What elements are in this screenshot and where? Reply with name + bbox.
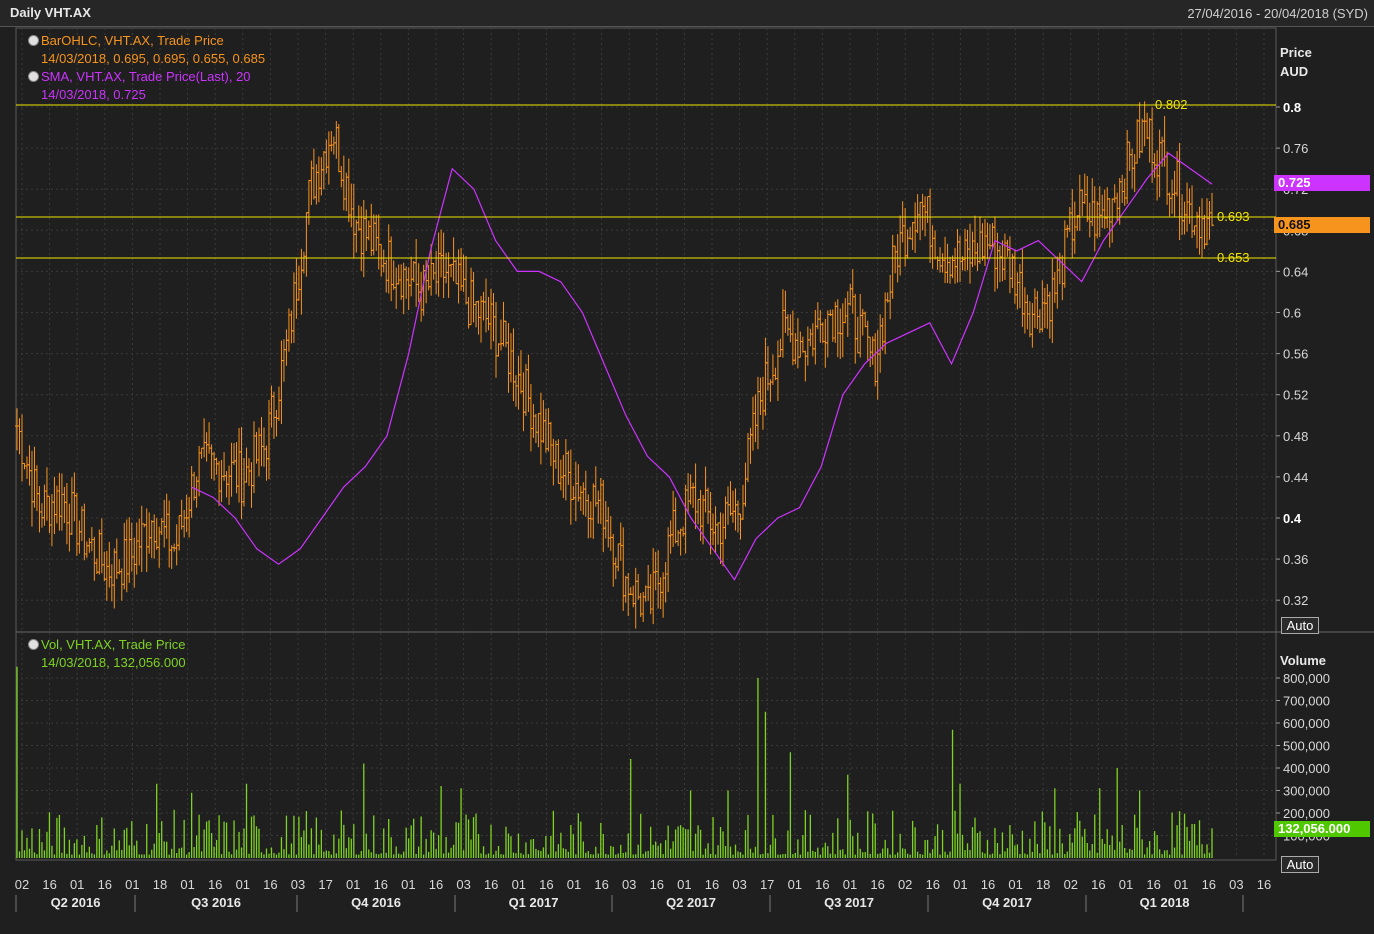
x-day-tick-label: 16 — [981, 877, 995, 892]
x-day-tick-label: 16 — [1202, 877, 1216, 892]
sma-legend-line1: SMA, VHT.AX, Trade Price(Last), 20 — [41, 69, 251, 84]
level-label: 0.802 — [1155, 97, 1188, 112]
sma-last-tag: 0.725 — [1274, 175, 1370, 191]
x-day-tick-label: 01 — [512, 877, 526, 892]
x-day-tick-label: 03 — [1229, 877, 1243, 892]
x-day-tick-label: 01 — [677, 877, 691, 892]
x-day-tick-label: 16 — [926, 877, 940, 892]
x-day-tick-label: 03 — [456, 877, 470, 892]
price-tick-label: 0.6 — [1283, 306, 1301, 321]
x-quarter-label: Q3 2017 — [824, 895, 874, 910]
price-tick-label: 0.76 — [1283, 141, 1308, 156]
x-day-tick-label: 01 — [1008, 877, 1022, 892]
x-day-tick-label: 01 — [1174, 877, 1188, 892]
price-pane-frame — [15, 27, 1277, 633]
volume-axis-title: Volume — [1280, 653, 1326, 668]
price-auto-scale-button[interactable]: Auto — [1281, 617, 1319, 634]
price-axis-unit: AUD — [1280, 64, 1308, 79]
volume-legend-line1: Vol, VHT.AX, Trade Price — [41, 637, 186, 652]
price-tick-label: 0.4 — [1283, 511, 1302, 526]
price-legend-icon[interactable] — [28, 35, 39, 46]
volume-tick-label: 700,000 — [1283, 694, 1330, 709]
price-last-tag: 0.685 — [1274, 217, 1370, 233]
x-day-tick-label: 16 — [1091, 877, 1105, 892]
x-quarter-label: Q4 2017 — [982, 895, 1032, 910]
x-day-tick-label: 01 — [346, 877, 360, 892]
x-day-tick-label: 03 — [732, 877, 746, 892]
sma-legend-line2: 14/03/2018, 0.725 — [41, 87, 146, 102]
x-quarter-label: Q3 2016 — [191, 895, 241, 910]
volume-last-tag: 132,056.000 — [1274, 821, 1370, 837]
x-quarter-label: Q4 2016 — [351, 895, 401, 910]
volume-tick-label: 200,000 — [1283, 806, 1330, 821]
volume-legend-line2: 14/03/2018, 132,056.000 — [41, 655, 186, 670]
x-day-tick-label: 03 — [622, 877, 636, 892]
volume-tick-label: 400,000 — [1283, 761, 1330, 776]
x-day-tick-label: 01 — [236, 877, 250, 892]
x-day-tick-label: 18 — [153, 877, 167, 892]
x-day-tick-label: 16 — [42, 877, 56, 892]
x-day-tick-label: 18 — [1036, 877, 1050, 892]
volume-tick-label: 300,000 — [1283, 784, 1330, 799]
x-day-tick-label: 16 — [705, 877, 719, 892]
x-quarter-label: Q2 2017 — [666, 895, 716, 910]
price-tick-label: 0.48 — [1283, 429, 1308, 444]
x-day-tick-label: 16 — [484, 877, 498, 892]
volume-tick-label: 500,000 — [1283, 739, 1330, 754]
x-day-tick-label: 01 — [953, 877, 967, 892]
x-quarter-label: Q1 2017 — [509, 895, 559, 910]
x-day-tick-label: 16 — [539, 877, 553, 892]
x-day-tick-label: 16 — [650, 877, 664, 892]
x-quarter-label: Q2 2016 — [51, 895, 101, 910]
x-day-tick-label: 01 — [125, 877, 139, 892]
x-day-tick-label: 16 — [263, 877, 277, 892]
volume-tick-label: 800,000 — [1283, 671, 1330, 686]
x-day-tick-label: 01 — [567, 877, 581, 892]
price-tick-label: 0.52 — [1283, 388, 1308, 403]
level-label: 0.693 — [1217, 209, 1250, 224]
price-tick-label: 0.36 — [1283, 552, 1308, 567]
volume-tick-label: 600,000 — [1283, 716, 1330, 731]
price-tick-label: 0.8 — [1283, 100, 1301, 115]
x-day-tick-label: 16 — [594, 877, 608, 892]
chart-canvas: 02 16 01 16 01 18 01 16 01 16 03 17 01 16 01 16 03 16 01 16… — [15, 27, 1374, 912]
price-legend-line2: 14/03/2018, 0.695, 0.695, 0.655, 0.685 — [41, 51, 266, 66]
x-day-tick-label: 02 — [1064, 877, 1078, 892]
x-day-tick-label: 02 — [15, 877, 29, 892]
price-tick-label: 0.32 — [1283, 593, 1308, 608]
price-tick-label: 0.56 — [1283, 347, 1308, 362]
x-day-tick-label: 01 — [401, 877, 415, 892]
x-day-tick-label: 01 — [788, 877, 802, 892]
volume-auto-scale-button[interactable]: Auto — [1281, 856, 1319, 873]
x-day-tick-label: 01 — [1119, 877, 1133, 892]
price-axis-title: Price — [1280, 45, 1312, 60]
level-label: 0.653 — [1217, 250, 1250, 265]
x-day-tick-label: 16 — [1257, 877, 1271, 892]
x-day-tick-label: 17 — [760, 877, 774, 892]
x-day-tick-label: 17 — [318, 877, 332, 892]
x-day-tick-label: 16 — [815, 877, 829, 892]
x-day-tick-label: 03 — [291, 877, 305, 892]
x-day-tick-label: 16 — [208, 877, 222, 892]
x-quarter-label: Q1 2018 — [1140, 895, 1190, 910]
price-tick-label: 0.64 — [1283, 264, 1308, 279]
price-legend-line1: BarOHLC, VHT.AX, Trade Price — [41, 33, 224, 48]
x-day-tick-label: 16 — [870, 877, 884, 892]
x-day-tick-label: 16 — [98, 877, 112, 892]
x-day-tick-label: 02 — [898, 877, 912, 892]
x-day-tick-label: 16 — [374, 877, 388, 892]
volume-legend-icon[interactable] — [28, 639, 39, 650]
x-day-tick-label: 01 — [70, 877, 84, 892]
volume-series — [16, 666, 1213, 858]
sma-legend-icon[interactable] — [28, 71, 39, 82]
x-day-tick-label: 01 — [180, 877, 194, 892]
price-tick-label: 0.44 — [1283, 470, 1308, 485]
ohlc-series — [15, 101, 1214, 629]
x-day-tick-label: 16 — [1146, 877, 1160, 892]
x-day-tick-label: 01 — [843, 877, 857, 892]
x-day-tick-label: 16 — [429, 877, 443, 892]
